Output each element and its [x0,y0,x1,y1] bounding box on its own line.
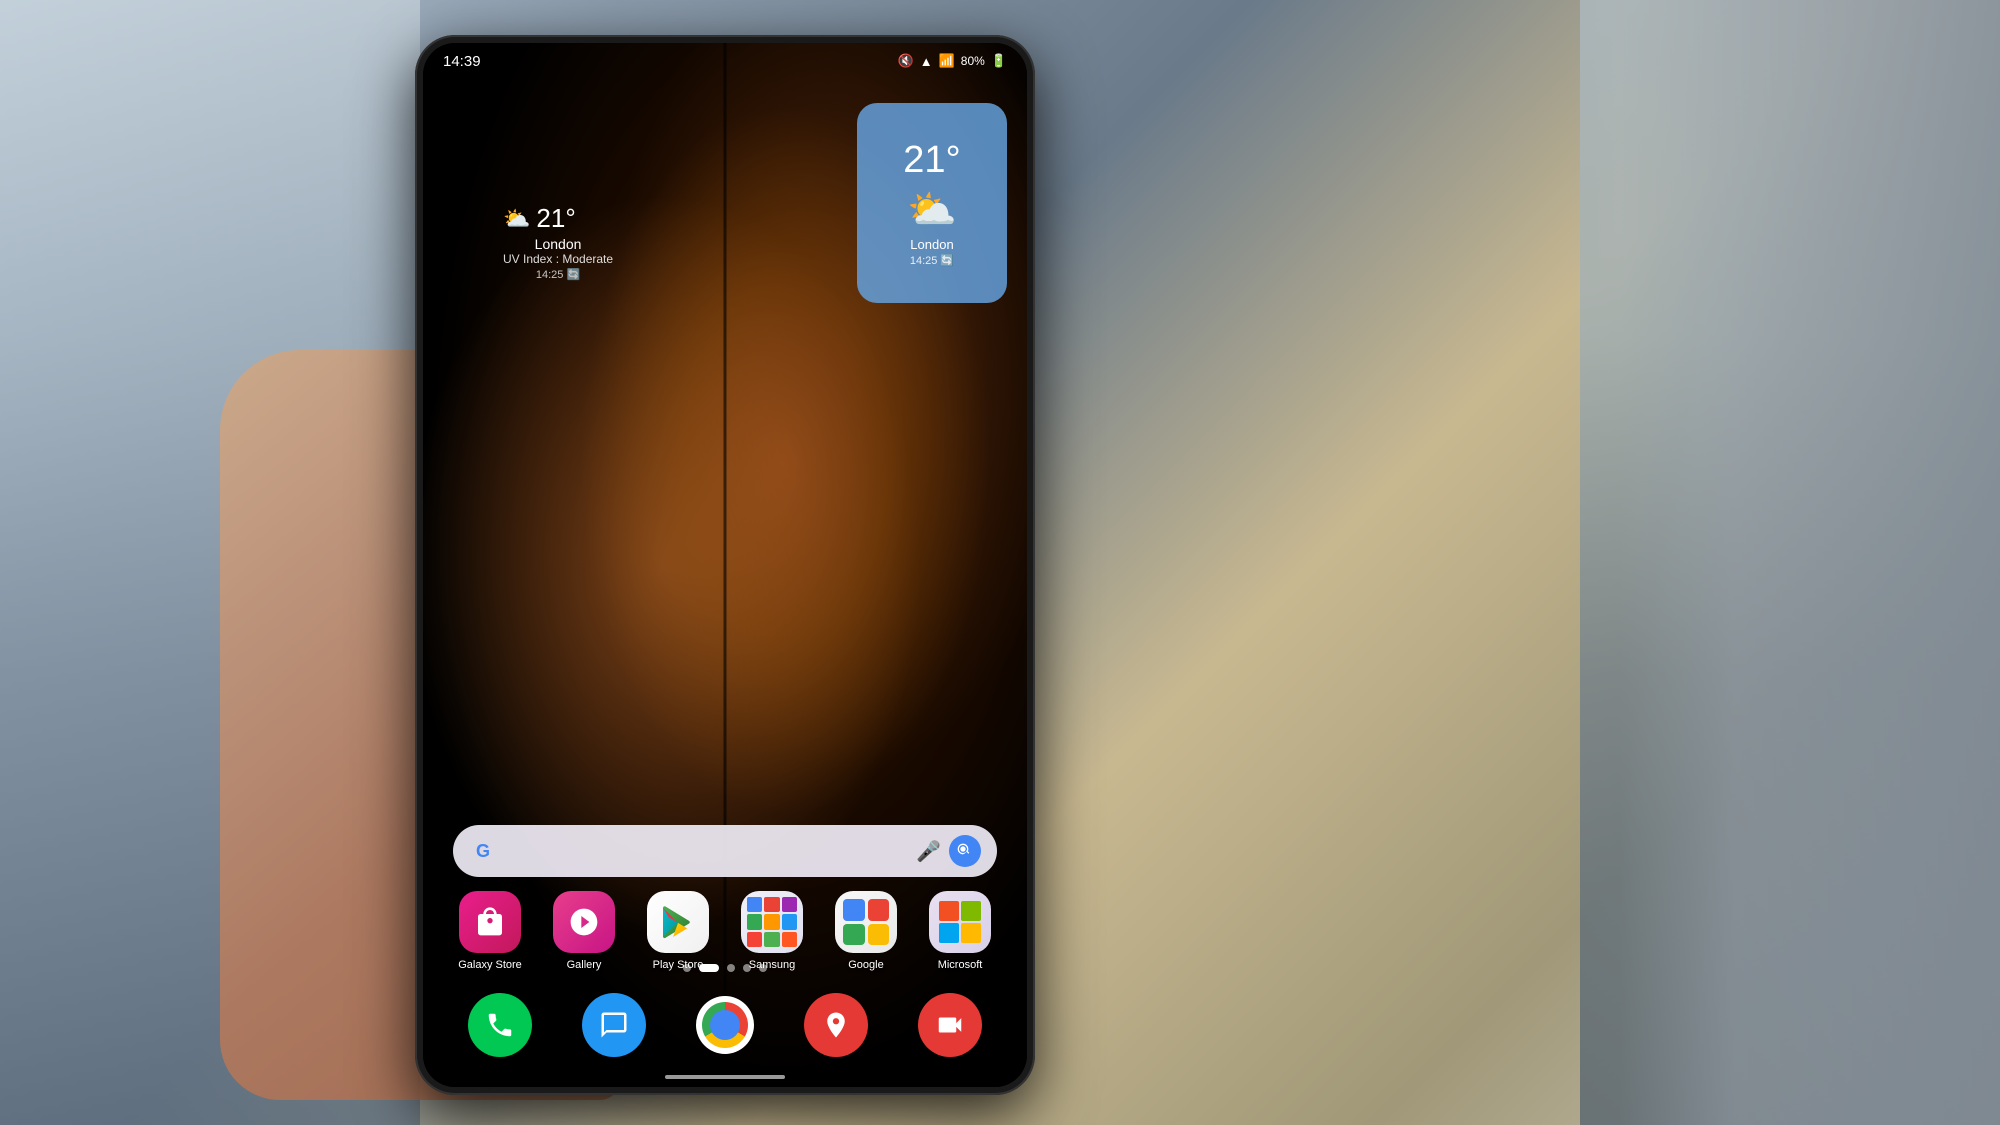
messages-icon [582,993,646,1057]
page-dot-1[interactable] [683,964,691,972]
app-google[interactable]: Google [821,891,911,971]
weather-temp-small: 21° [536,203,575,234]
signal-icon: 📶 [939,53,955,69]
search-mic-icon[interactable]: 🎤 [916,839,941,864]
microsoft-icon [929,891,991,953]
app-microsoft[interactable]: Microsoft [915,891,1005,971]
phone-screen: 14:39 🔇 ▲ 📶 80% 🔋 ⛅ 21° London UV Index … [423,43,1027,1087]
weather-widget-large[interactable]: 21° ⛅ London 14:25 🔄 [857,103,1007,303]
battery-icon: 🔋 [991,53,1007,69]
google-icon [835,891,897,953]
page-dot-5[interactable] [759,964,767,972]
chrome-icon [696,996,754,1054]
gallery-label: Gallery [567,959,602,971]
dock-messages[interactable] [582,993,646,1057]
weather-widget-small[interactable]: ⛅ 21° London UV Index : Moderate 14:25 🔄 [503,203,613,281]
app-galaxy-store[interactable]: Galaxy Store [445,891,535,971]
weather-city-large: London [910,237,953,252]
wifi-icon: ▲ [920,54,933,69]
google-logo: G [469,837,497,865]
battery-indicator: 80% [961,54,985,68]
app-row-1: Galaxy Store Gallery [443,891,1007,971]
page-dot-3[interactable] [727,964,735,972]
dock-phone[interactable] [468,993,532,1057]
dock [443,993,1007,1057]
weather-time-large: 14:25 🔄 [910,254,954,267]
gallery-icon [553,891,615,953]
galaxy-store-label: Galaxy Store [458,959,522,971]
weather-time-small: 14:25 🔄 [503,268,613,281]
app-samsung[interactable]: Samsung [727,891,817,971]
page-dot-4[interactable] [743,964,751,972]
weather-temp-row: ⛅ 21° [503,203,613,234]
status-icons: 🔇 ▲ 📶 80% 🔋 [898,53,1007,69]
weather-temp-large: 21° [903,139,960,182]
weather-cloud-icon-small: ⛅ [503,206,530,232]
screen-recorder-icon [918,993,982,1057]
play-store-icon [647,891,709,953]
status-bar: 14:39 🔇 ▲ 📶 80% 🔋 [423,43,1027,79]
google-label: Google [848,959,883,971]
dock-chrome[interactable] [696,996,754,1054]
dock-pinterest[interactable] [804,993,868,1057]
search-lens-icon[interactable] [949,835,981,867]
app-play-store[interactable]: Play Store [633,891,723,971]
app-grid: Galaxy Store Gallery [443,891,1007,987]
pinterest-icon [804,993,868,1057]
app-gallery[interactable]: Gallery [539,891,629,971]
search-bar[interactable]: G 🎤 [453,825,997,877]
dock-screen-recorder[interactable] [918,993,982,1057]
page-dot-2[interactable] [699,964,719,972]
weather-cloud-icon-large: ⛅ [907,186,957,233]
mute-icon: 🔇 [898,53,914,69]
samsung-icon [741,891,803,953]
page-indicators [683,964,767,972]
status-time: 14:39 [443,53,481,70]
weather-city-small: London [503,236,613,252]
nav-bar [665,1075,785,1079]
weather-uv: UV Index : Moderate [503,252,613,266]
phone-icon [468,993,532,1057]
galaxy-store-icon [459,891,521,953]
window-frame [1620,0,2000,1125]
microsoft-label: Microsoft [938,959,983,971]
phone-device: 14:39 🔇 ▲ 📶 80% 🔋 ⛅ 21° London UV Index … [415,35,1035,1095]
